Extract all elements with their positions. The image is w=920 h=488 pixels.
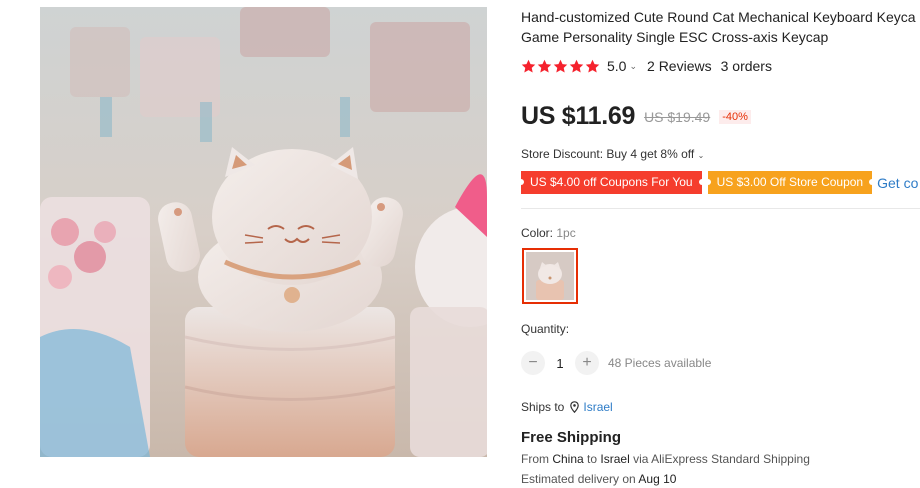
- star-icon: [569, 59, 584, 72]
- star-icon: [537, 59, 552, 72]
- product-title: Hand-customized Cute Round Cat Mechanica…: [521, 7, 920, 47]
- chevron-down-icon[interactable]: ⌄: [629, 61, 637, 72]
- store-coupon[interactable]: US $3.00 Off Store Coupon: [704, 171, 875, 194]
- estimated-delivery: Estimated delivery on Aug 10: [521, 472, 676, 486]
- ship-from-prefix: From: [521, 452, 549, 466]
- swatch-image: [526, 252, 574, 300]
- lucky-cat-keycap-photo: [40, 7, 487, 457]
- product-main-image[interactable]: [40, 7, 487, 457]
- reviews-link[interactable]: 2 Reviews: [647, 58, 712, 74]
- ship-origin: China: [552, 452, 584, 466]
- original-price: US $19.49: [644, 108, 711, 125]
- ship-destination: Israel: [600, 452, 630, 466]
- shipping-route: From China to Israel via AliExpress Stan…: [521, 452, 810, 466]
- ships-to-label: Ships to: [521, 400, 565, 414]
- current-price: US $11.69: [521, 102, 636, 130]
- rating-value[interactable]: 5.0: [607, 58, 626, 74]
- star-icon: [585, 59, 600, 72]
- color-label-text: Color:: [521, 226, 554, 240]
- free-shipping: Free Shipping: [521, 429, 622, 446]
- store-discount[interactable]: Store Discount: Buy 4 get 8% off ⌄: [521, 147, 704, 161]
- coupon-for-you[interactable]: US $4.00 off Coupons For You: [518, 171, 705, 194]
- ships-to-country[interactable]: Israel: [583, 400, 612, 414]
- chevron-down-icon: ⌄: [697, 151, 705, 160]
- ship-to-word: to: [587, 452, 598, 466]
- location-pin-icon: [570, 401, 580, 413]
- star-icon: [521, 59, 536, 72]
- quantity-input[interactable]: 1: [545, 356, 575, 371]
- product-title-line: Game Personality Single ESC Cross-axis K…: [521, 29, 829, 45]
- store-discount-text: Store Discount: Buy 4 get 8% off: [521, 147, 695, 161]
- get-coupons-link[interactable]: Get co: [877, 175, 918, 191]
- divider: [521, 208, 920, 209]
- color-label: Color: 1pc: [521, 226, 576, 240]
- product-title-line: Hand-customized Cute Round Cat Mechanica…: [521, 9, 916, 25]
- delivery-date: Aug 10: [638, 472, 677, 486]
- discount-badge: -40%: [719, 109, 751, 124]
- quantity-label: Quantity:: [521, 322, 570, 336]
- quantity-stepper: − 1 + 48 Pieces available: [521, 351, 711, 375]
- pieces-available: 48 Pieces available: [608, 356, 712, 370]
- coupon-row: US $4.00 off Coupons For You US $3.00 Of…: [518, 171, 918, 194]
- orders-count: 3 orders: [720, 58, 772, 74]
- color-value: 1pc: [556, 226, 576, 240]
- minus-icon[interactable]: −: [521, 351, 545, 375]
- cat-keycap-thumbnail: [526, 252, 574, 300]
- color-swatch-1pc[interactable]: [522, 248, 578, 304]
- plus-icon[interactable]: +: [575, 351, 599, 375]
- price-row: US $11.69 US $19.49 -40%: [521, 102, 751, 131]
- star-rating: [521, 59, 600, 74]
- delivery-prefix: Estimated delivery on: [521, 472, 636, 486]
- star-icon: [553, 59, 568, 72]
- ship-method: via AliExpress Standard Shipping: [633, 452, 810, 466]
- ships-to: Ships to Israel: [521, 400, 613, 414]
- rating-row: 5.0 ⌄ 2 Reviews 3 orders: [521, 57, 772, 75]
